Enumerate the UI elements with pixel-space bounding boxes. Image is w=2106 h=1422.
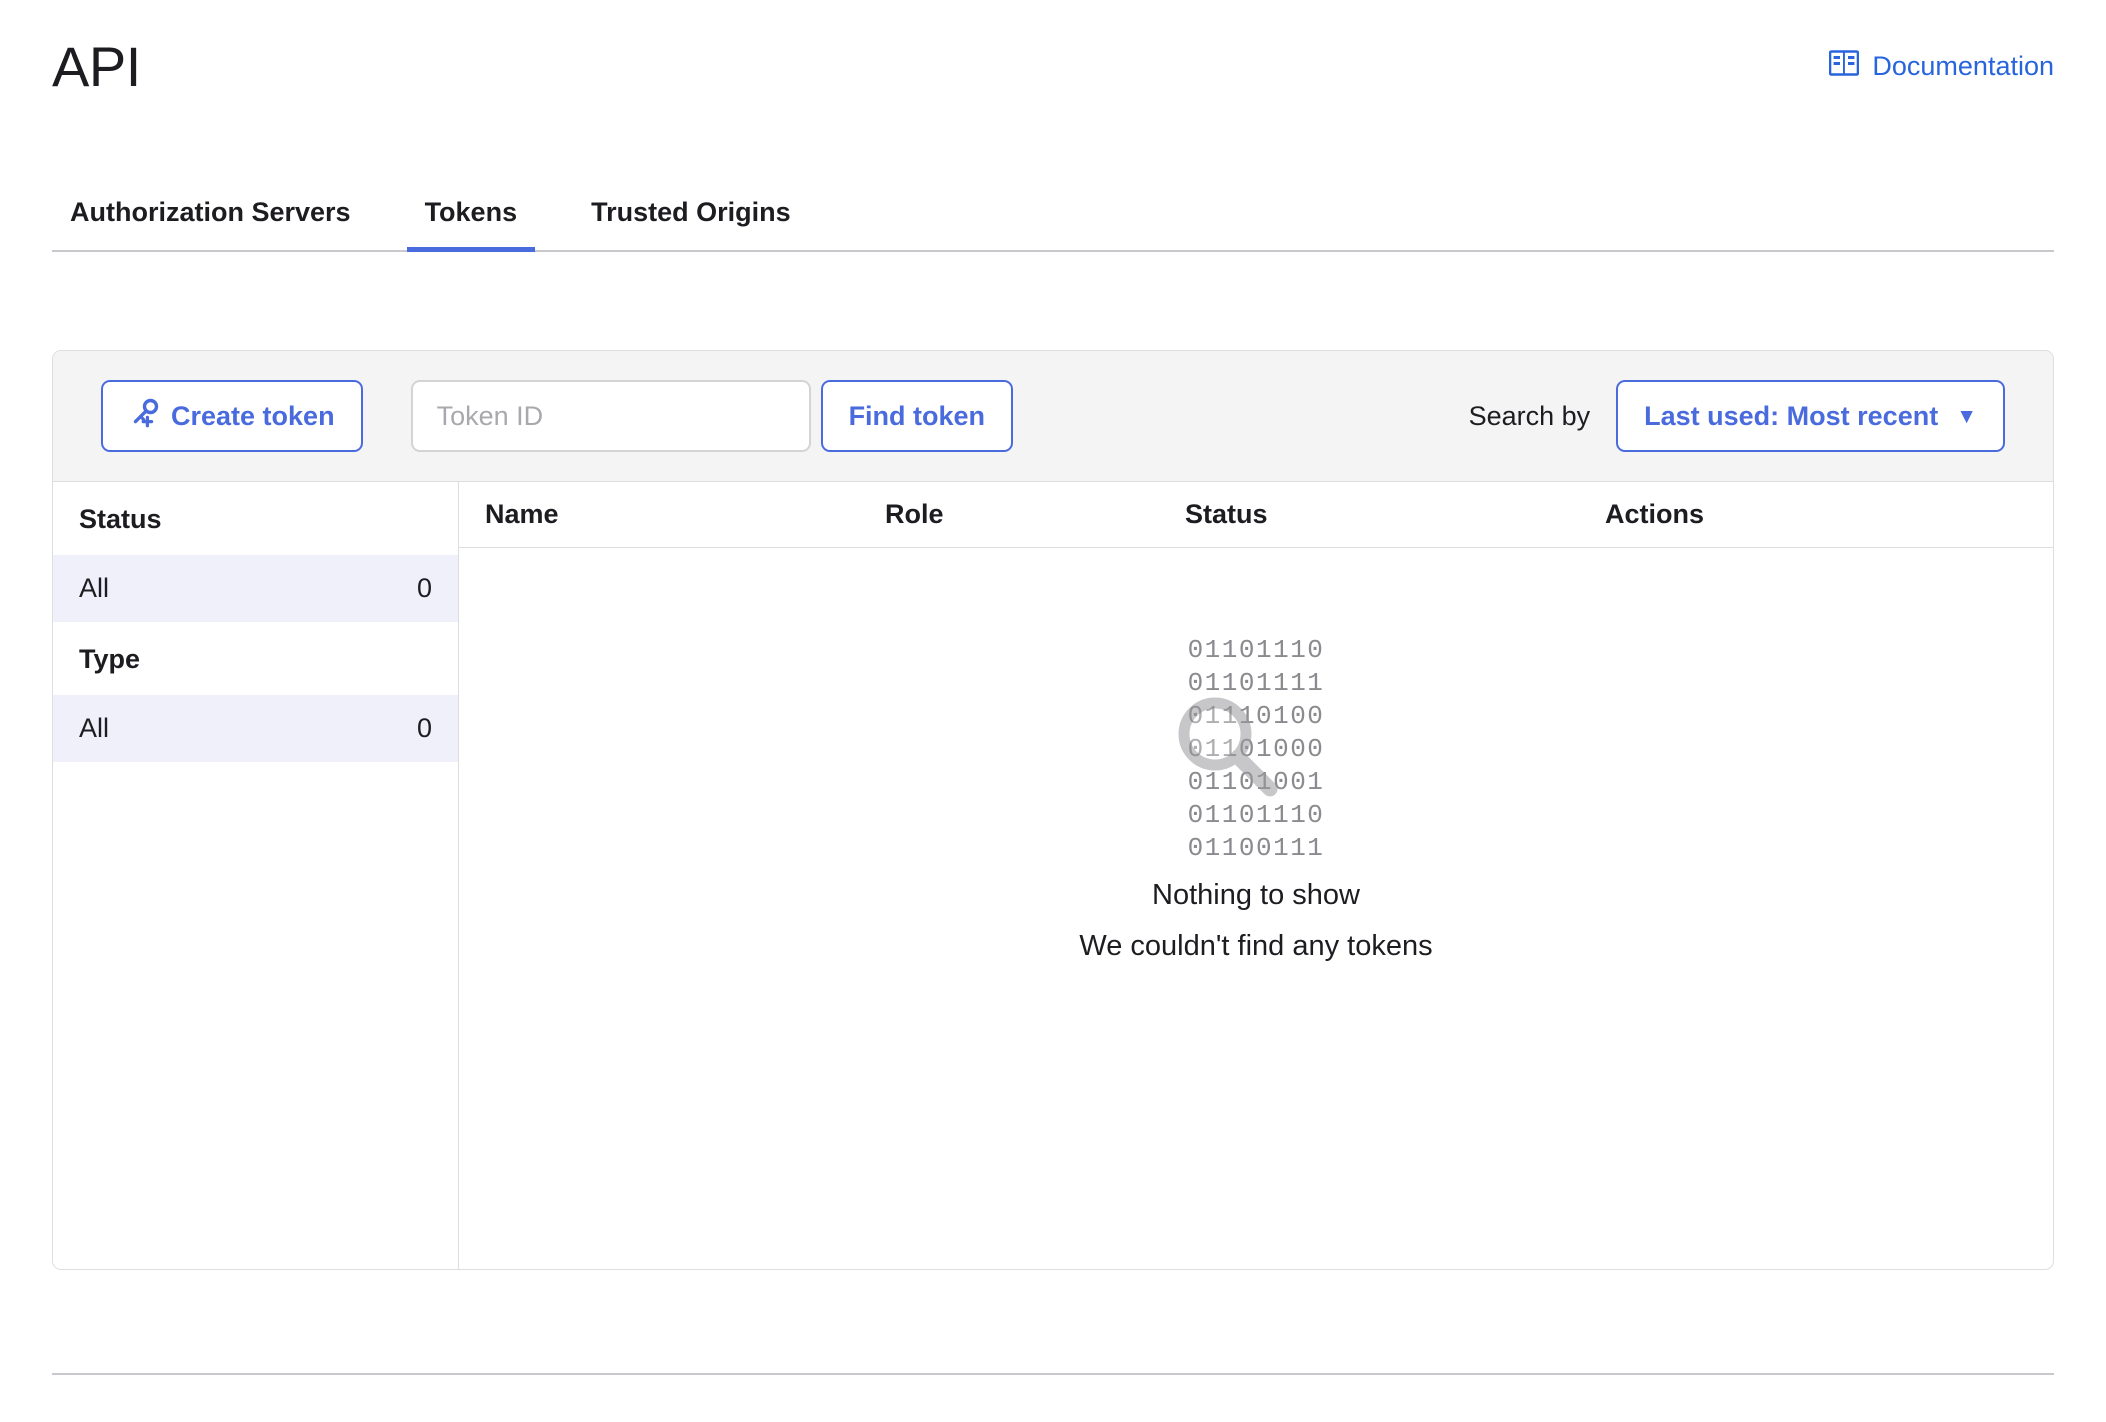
tab-trusted-origins[interactable]: Trusted Origins	[573, 197, 809, 250]
find-token-button[interactable]: Find token	[820, 380, 1014, 452]
tab-authorization-servers[interactable]: Authorization Servers	[52, 197, 369, 250]
filter-row-status-all[interactable]: All 0	[53, 555, 458, 622]
tokens-table: Name Role Status Actions 01101110 011011…	[459, 482, 2053, 1269]
tokens-panel: Create token Find token Search by Last u…	[52, 350, 2054, 1270]
empty-state: 01101110 01101111 01110100 01101000 0110…	[459, 548, 2053, 1269]
tab-tokens[interactable]: Tokens	[406, 197, 536, 252]
filter-label: All	[79, 573, 110, 603]
tab-bar: Authorization Servers Tokens Trusted Ori…	[52, 168, 2054, 252]
documentation-link-label: Documentation	[1872, 51, 2054, 81]
documentation-link[interactable]: Documentation	[1829, 50, 2054, 83]
column-header-role[interactable]: Role	[885, 499, 1185, 530]
magnifier-icon	[1178, 697, 1278, 797]
create-token-label: Create token	[171, 400, 335, 431]
sort-order-value: Last used: Most recent	[1644, 400, 1939, 431]
page-title: API	[52, 35, 141, 98]
filter-row-type-all[interactable]: All 0	[53, 695, 458, 762]
footer-divider	[52, 1373, 2054, 1375]
filter-count: 0	[416, 573, 432, 603]
filter-label: All	[79, 713, 110, 743]
filter-count: 0	[416, 713, 432, 743]
filter-sidebar: Status All 0 Type All 0	[53, 482, 459, 1269]
api-page: API Documentation Authorization Servers …	[0, 0, 2106, 1422]
panel-body: Status All 0 Type All 0 Name Role Status…	[53, 482, 2053, 1269]
filter-group-title-type: Type	[79, 644, 141, 674]
key-plus-icon	[129, 398, 159, 435]
token-id-input[interactable]	[410, 380, 811, 452]
book-icon	[1829, 50, 1860, 83]
column-header-name[interactable]: Name	[485, 499, 885, 530]
create-token-button[interactable]: Create token	[101, 380, 363, 452]
column-header-status[interactable]: Status	[1185, 499, 1605, 530]
column-header-actions: Actions	[1605, 499, 1705, 529]
sort-order-select[interactable]: Last used: Most recent ▼	[1616, 380, 2005, 452]
page-header: API Documentation	[0, 0, 2106, 160]
chevron-down-icon: ▼	[1956, 404, 1977, 428]
empty-state-title: Nothing to show	[1152, 879, 1360, 911]
filter-group-title-status: Status	[79, 504, 162, 534]
empty-state-subtitle: We couldn't find any tokens	[1079, 930, 1433, 962]
binary-illustration: 01101110 01101111 01110100 01101000 0110…	[1146, 634, 1366, 863]
find-token-label: Find token	[848, 400, 986, 431]
search-by-group: Search by Last used: Most recent ▼	[1469, 380, 2005, 452]
tokens-toolbar: Create token Find token Search by Last u…	[53, 351, 2053, 482]
table-header-row: Name Role Status Actions	[459, 482, 2053, 548]
search-by-label: Search by	[1468, 400, 1591, 431]
